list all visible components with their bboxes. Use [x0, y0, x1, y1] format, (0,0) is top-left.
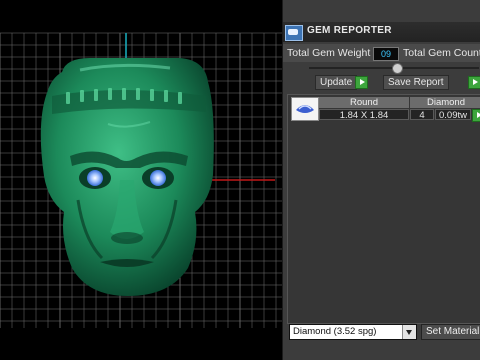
left-eye-gem	[87, 170, 103, 186]
save-report-button[interactable]: Save Report	[383, 75, 449, 90]
size-slider[interactable]	[283, 62, 480, 74]
round-gem-icon	[296, 105, 314, 113]
material-dropdown[interactable]: Diamond (3.52 spg)	[289, 324, 417, 340]
viewport-canvas[interactable]	[0, 0, 282, 360]
totals-row: Total Gem Weight 09 Total Gem Count	[283, 44, 480, 62]
gem-count-cell: 4	[410, 109, 434, 121]
total-gem-count-label: Total Gem Count	[403, 47, 480, 59]
round-gem-thumbnail[interactable]	[291, 97, 319, 121]
shape-header: Round	[319, 97, 409, 108]
gem-list[interactable]: Round Diamond 1.84 X 1.84 4 0.09tw	[287, 94, 480, 324]
panel-title: GEM REPORTER	[307, 25, 392, 36]
right-eye-gem	[150, 170, 166, 186]
gem-reporter-app-icon	[285, 25, 303, 41]
gem-size-cell: 1.84 X 1.84	[319, 109, 409, 121]
chevron-down-icon[interactable]	[402, 325, 416, 339]
3d-viewport[interactable]	[0, 0, 282, 360]
set-material-button[interactable]: Set Material	[421, 324, 480, 340]
save-report-go-icon[interactable]	[468, 76, 480, 89]
total-gem-weight-label: Total Gem Weight	[287, 47, 371, 59]
frankenstein-head-model	[40, 58, 214, 296]
gem-row-go-icon[interactable]	[472, 109, 480, 122]
material-header: Diamond	[410, 97, 480, 108]
slider-thumb[interactable]	[392, 63, 403, 74]
gem-reporter-panel: GEM REPORTER Total Gem Weight 09 Total G…	[282, 0, 480, 360]
title-bar: GEM REPORTER	[283, 22, 480, 42]
total-gem-weight-field: 09	[373, 47, 399, 61]
material-dropdown-value: Diamond (3.52 spg)	[293, 326, 377, 337]
update-go-icon[interactable]	[355, 76, 368, 89]
update-button[interactable]: Update	[315, 75, 358, 90]
gem-weight-cell: 0.09tw	[435, 109, 471, 121]
